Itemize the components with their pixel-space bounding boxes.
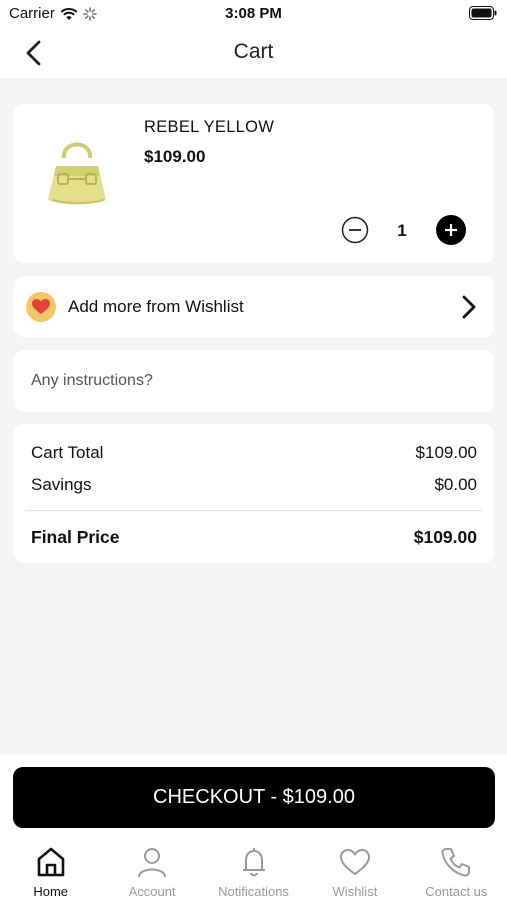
price-summary-card: Cart Total $109.00 Savings $0.00 Final P…: [14, 424, 494, 563]
tab-contact-us[interactable]: Contact us: [406, 843, 507, 900]
bell-icon: [242, 848, 265, 877]
tab-label-home: Home: [33, 884, 69, 899]
increase-quantity-button[interactable]: [436, 215, 466, 245]
product-price: $109.00: [144, 147, 206, 166]
instructions-input[interactable]: [26, 362, 482, 400]
heart-badge: [26, 292, 56, 322]
battery-icon: [469, 6, 497, 20]
product-name[interactable]: REBEL YELLOW: [144, 118, 274, 137]
home-icon: [37, 847, 65, 877]
tab-wishlist[interactable]: Wishlist: [304, 843, 405, 900]
savings-label: Savings: [31, 475, 92, 494]
final-price-label: Final Price: [31, 527, 120, 547]
quantity-value: 1: [397, 221, 407, 240]
tab-label-account: Account: [128, 884, 176, 899]
status-right: [469, 6, 497, 24]
savings-row: Savings $0.00: [31, 475, 477, 495]
chevron-right-icon: [462, 295, 476, 319]
tab-label-wishlist: Wishlist: [332, 884, 378, 899]
status-bar: Carrier 3:08 PM: [0, 0, 507, 28]
savings-value: $0.00: [434, 475, 477, 494]
cart-total-value: $109.00: [415, 443, 477, 462]
product-image[interactable]: [42, 132, 114, 212]
heart-icon: [32, 299, 50, 314]
cart-total-label: Cart Total: [31, 443, 104, 462]
add-from-wishlist-row[interactable]: Add more from Wishlist: [14, 276, 494, 337]
page-title: Cart: [233, 40, 274, 63]
cart-total-row: Cart Total $109.00: [31, 443, 477, 463]
decrease-quantity-button[interactable]: [341, 216, 369, 244]
cart-item-card: REBEL YELLOW $109.00 1: [14, 104, 494, 263]
tab-label-notifications: Notifications: [218, 884, 289, 899]
wishlist-label: Add more from Wishlist: [68, 297, 244, 316]
heart-icon: [339, 849, 370, 875]
status-time: 3:08 PM: [225, 5, 282, 22]
checkout-button[interactable]: CHECKOUT - $109.00: [13, 767, 495, 828]
tab-notifications[interactable]: Notifications: [203, 843, 304, 900]
final-price-value: $109.00: [413, 527, 477, 547]
tab-account[interactable]: Account: [101, 843, 202, 900]
tab-label-contact-us: Contact us: [425, 884, 488, 899]
tab-bar: Home Account Notifications Wishlist Cont…: [0, 843, 507, 900]
summary-divider: [26, 510, 482, 511]
nav-bar: Cart: [0, 28, 507, 78]
final-price-row: Final Price $109.00: [31, 527, 477, 548]
instructions-card: [14, 350, 494, 412]
phone-icon: [441, 848, 471, 877]
tab-home[interactable]: Home: [0, 843, 101, 900]
cart-screen: Carrier 3:08 PM Cart REBEL YELLOW $109.0…: [0, 0, 507, 900]
user-icon: [138, 848, 167, 878]
